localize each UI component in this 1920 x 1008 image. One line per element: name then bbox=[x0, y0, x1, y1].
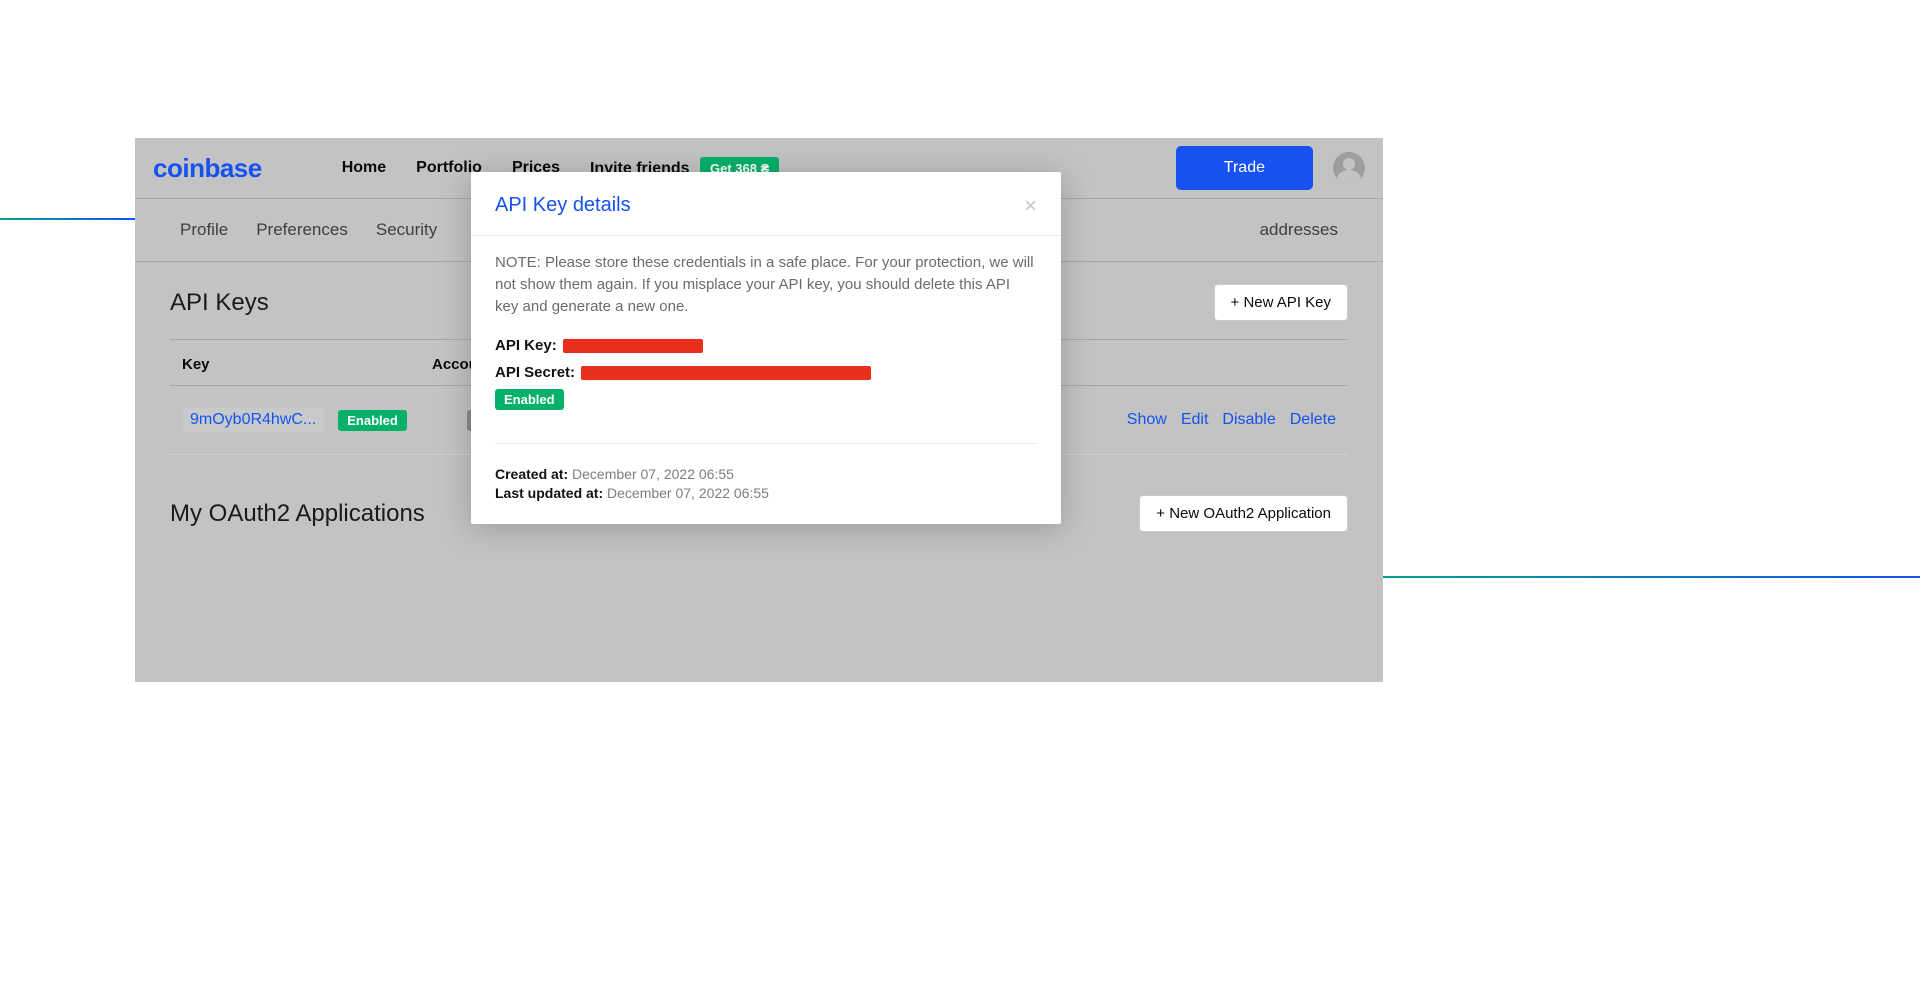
decorative-gradient-top bbox=[0, 218, 135, 220]
oauth-title: My OAuth2 Applications bbox=[170, 500, 425, 528]
api-key-details-modal: API Key details × NOTE: Please store the… bbox=[471, 172, 1061, 524]
app-window: coinbase Home Portfolio Prices Invite fr… bbox=[135, 138, 1383, 682]
created-at-value: December 07, 2022 06:55 bbox=[572, 466, 734, 482]
decorative-gradient-bottom bbox=[1382, 576, 1920, 578]
close-icon[interactable]: × bbox=[1024, 195, 1037, 217]
updated-at-value: December 07, 2022 06:55 bbox=[607, 485, 769, 501]
subnav-security[interactable]: Security bbox=[376, 220, 437, 240]
modal-status-badge: Enabled bbox=[495, 389, 564, 410]
modal-body: NOTE: Please store these credentials in … bbox=[471, 236, 1061, 524]
api-key-line: API Key: bbox=[495, 337, 1037, 354]
nav-home[interactable]: Home bbox=[342, 159, 386, 177]
subnav-preferences[interactable]: Preferences bbox=[256, 220, 348, 240]
api-key-truncated[interactable]: 9mOyb0R4hwC... bbox=[182, 408, 324, 432]
modal-title: API Key details bbox=[495, 194, 631, 217]
created-at-label: Created at: bbox=[495, 466, 568, 482]
action-show[interactable]: Show bbox=[1127, 411, 1167, 429]
col-key: Key bbox=[182, 356, 432, 373]
modal-header: API Key details × bbox=[471, 172, 1061, 236]
avatar[interactable] bbox=[1333, 152, 1365, 184]
action-delete[interactable]: Delete bbox=[1290, 411, 1336, 429]
api-keys-title: API Keys bbox=[170, 289, 269, 317]
modal-divider bbox=[495, 443, 1037, 444]
trade-button[interactable]: Trade bbox=[1176, 146, 1313, 190]
new-api-key-button[interactable]: + New API Key bbox=[1214, 284, 1348, 321]
api-secret-label: API Secret: bbox=[495, 364, 575, 381]
action-disable[interactable]: Disable bbox=[1222, 411, 1275, 429]
api-key-redacted bbox=[563, 339, 703, 353]
brand-logo[interactable]: coinbase bbox=[153, 153, 262, 184]
subnav-profile[interactable]: Profile bbox=[180, 220, 228, 240]
api-secret-redacted bbox=[581, 366, 871, 380]
subnav-addresses-partial[interactable]: addresses bbox=[1260, 220, 1338, 240]
updated-at: Last updated at: December 07, 2022 06:55 bbox=[495, 485, 1037, 501]
modal-note: NOTE: Please store these credentials in … bbox=[495, 252, 1037, 317]
action-edit[interactable]: Edit bbox=[1181, 411, 1209, 429]
api-secret-line: API Secret: bbox=[495, 364, 1037, 381]
new-oauth-app-button[interactable]: + New OAuth2 Application bbox=[1139, 495, 1348, 532]
status-badge: Enabled bbox=[338, 410, 407, 431]
row-actions: Show Edit Disable Delete bbox=[1127, 411, 1336, 429]
api-key-label: API Key: bbox=[495, 337, 557, 354]
created-at: Created at: December 07, 2022 06:55 bbox=[495, 466, 1037, 482]
updated-at-label: Last updated at: bbox=[495, 485, 603, 501]
